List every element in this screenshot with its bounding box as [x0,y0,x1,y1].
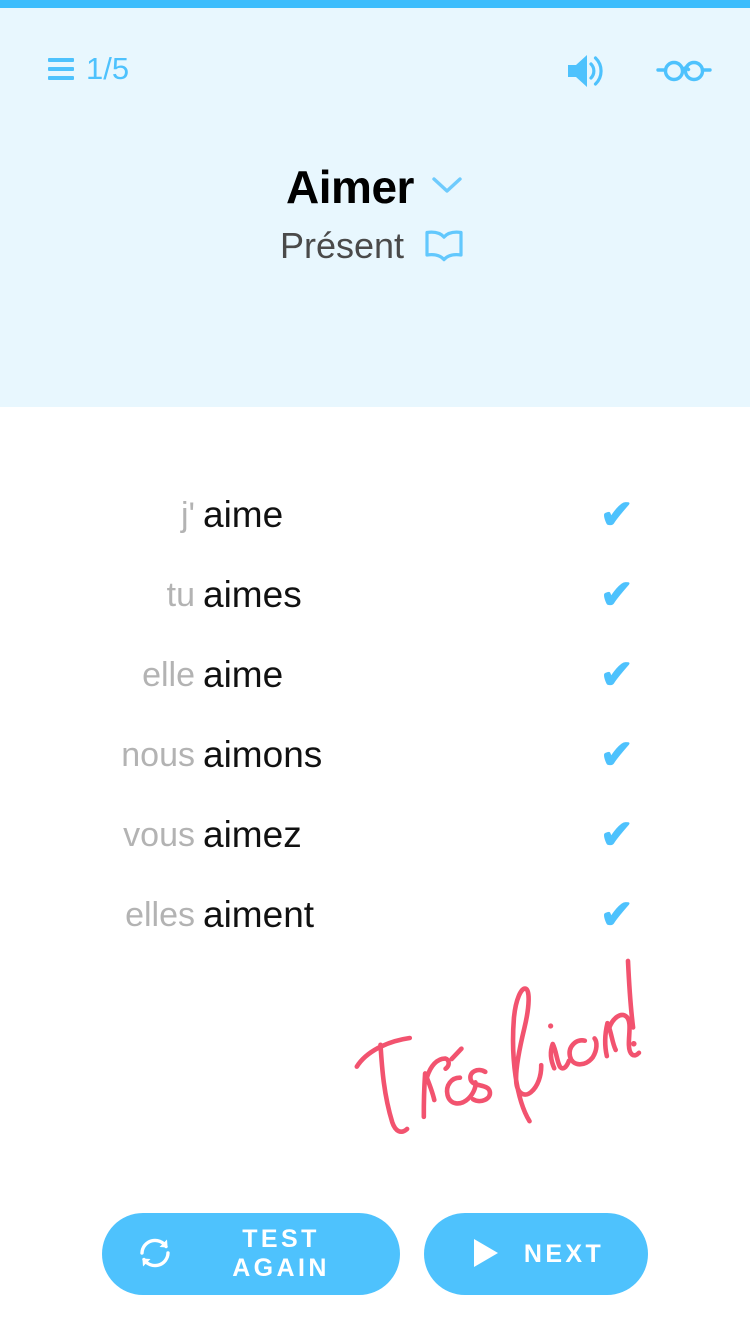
pronoun: tu [166,576,195,614]
glasses-icon[interactable] [656,54,712,88]
tense-selector[interactable]: Présent [0,224,750,268]
header-icon-group [562,48,712,94]
tense-label: Présent [279,225,405,266]
next-button[interactable]: NEXT [424,1213,648,1295]
action-bar: TEST AGAIN NEXT [0,1213,750,1295]
pronoun: nous [121,736,195,774]
check-icon: ✔ [600,493,634,537]
check-icon: ✔ [600,813,634,857]
header-panel: 1/5 Aimer Présent [0,8,750,407]
verb-form: aimons [203,734,323,775]
app-root: 1/5 Aimer Présent j' aime ✔ tu aimes ✔ e… [0,0,750,1334]
verb-form: aimes [203,574,302,615]
chevron-down-icon[interactable] [430,174,464,201]
table-row[interactable]: elle aime ✔ [0,635,750,715]
refresh-icon [136,1234,174,1275]
check-icon: ✔ [600,733,634,777]
book-icon[interactable] [418,228,470,264]
verb-form: aime [203,494,284,535]
status-accent-bar [0,0,750,8]
check-icon: ✔ [600,653,634,697]
pronoun: elles [125,896,195,934]
table-row[interactable]: vous aimez ✔ [0,795,750,875]
pronoun: elle [142,656,195,694]
header-top-row: 1/5 [0,44,750,114]
feedback-message [340,955,670,1155]
verb-form: aimez [203,814,302,855]
test-again-button[interactable]: TEST AGAIN [102,1213,400,1295]
verb-header: Aimer Présent [0,160,750,268]
page-title: Aimer [286,161,414,213]
menu-progress-button[interactable]: 1/5 [48,52,129,86]
verb-selector[interactable]: Aimer [0,160,750,214]
table-row[interactable]: tu aimes ✔ [0,555,750,635]
next-label: NEXT [523,1239,605,1268]
table-row[interactable]: elles aiment ✔ [0,875,750,955]
check-icon: ✔ [600,893,634,937]
test-again-label: TEST AGAIN [232,1225,330,1282]
progress-counter: 1/5 [86,51,130,86]
conjugation-list: j' aime ✔ tu aimes ✔ elle aime ✔ nous ai… [0,475,750,955]
speaker-icon[interactable] [562,48,608,94]
hamburger-icon[interactable] [48,58,74,80]
play-icon [468,1235,502,1274]
table-row[interactable]: nous aimons ✔ [0,715,750,795]
pronoun: j' [180,496,195,534]
check-icon: ✔ [600,573,634,617]
verb-form: aime [203,654,284,695]
verb-form: aiment [203,894,315,935]
table-row[interactable]: j' aime ✔ [0,475,750,555]
pronoun: vous [123,816,195,854]
